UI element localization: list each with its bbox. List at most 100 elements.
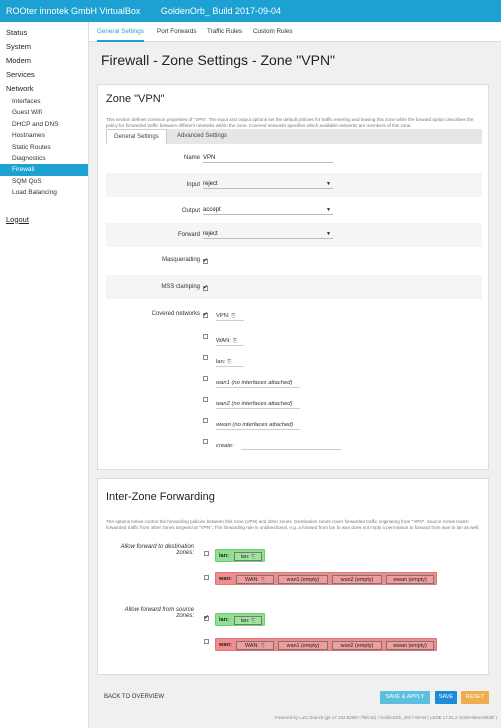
zone-subtabs: General Settings Advanced Settings <box>106 129 482 144</box>
network-name-wan: WAN: <box>216 338 231 344</box>
dest-zone-wan: wan: WAN: ⎘ wan1 (empty) wan2 (empty) wwa… <box>215 572 437 585</box>
sidebar-item-guest-wifi[interactable]: Guest Wifi <box>0 107 88 118</box>
sidebar-item-services[interactable]: Services <box>0 68 88 82</box>
network-checkbox-vpn[interactable] <box>203 311 208 318</box>
sidebar-item-sqm-qos[interactable]: SQM QoS <box>0 176 88 187</box>
network-label-lan: lan: ⎘ <box>216 357 244 367</box>
zone-chip-wwan: wwan (empty) <box>386 641 434 650</box>
tab-general-settings[interactable]: General Settings <box>97 22 144 42</box>
masquerading-row: Masquerading <box>106 249 482 273</box>
network-checkbox-wan[interactable] <box>203 334 208 339</box>
reset-button[interactable]: RESET <box>461 691 489 704</box>
masquerading-checkbox[interactable] <box>203 257 208 264</box>
dest-checkbox-wan[interactable] <box>204 575 209 580</box>
top-bar: ROOter innotek GmbH VirtualBox GoldenOrb… <box>0 0 501 22</box>
tab-traffic-rules[interactable]: Traffic Rules <box>207 22 242 42</box>
output-label: Output <box>181 208 200 214</box>
network-icon: ⎘ <box>251 554 256 560</box>
save-apply-button[interactable]: SAVE & APPLY <box>380 691 430 704</box>
src-zone-lan: lan: lan: ⎘ <box>215 613 265 626</box>
input-row: Input reject ▼ <box>106 173 482 197</box>
output-policy-value: accept <box>203 207 221 213</box>
input-policy-value: reject <box>203 181 218 187</box>
network-label-wan: WAN: ⎘ <box>216 336 244 346</box>
sidebar-item-logout[interactable]: Logout <box>0 213 88 227</box>
name-label: Name <box>183 155 200 161</box>
dest-zone-lan: lan: lan: ⎘ <box>215 549 265 562</box>
sidebar-item-dhcp-dns[interactable]: DHCP and DNS <box>0 119 88 130</box>
network-checkbox-wwan[interactable] <box>203 418 208 423</box>
inter-zone-heading: Inter-Zone Forwarding <box>106 491 215 503</box>
sidebar-item-network[interactable]: Network <box>0 82 88 96</box>
dest-checkbox-lan[interactable] <box>204 551 209 556</box>
output-policy-select[interactable]: accept ▼ <box>203 205 333 215</box>
sidebar-item-firewall[interactable]: Firewall <box>0 164 88 176</box>
zone-description: This section defines common properties o… <box>106 117 474 128</box>
zone-chip-wan1: wan1 (empty) <box>278 641 328 650</box>
zone-chip-wan1: wan1 (empty) <box>278 575 328 584</box>
input-policy-select[interactable]: reject ▼ <box>203 179 333 189</box>
network-checkbox-lan[interactable] <box>203 355 208 360</box>
sidebar-item-static-routes[interactable]: Static Routes <box>0 142 88 153</box>
network-label-wan1: wan1 (no interfaces attached) <box>216 378 300 388</box>
save-button[interactable]: SAVE <box>435 691 457 704</box>
network-label-wwan: wwan (no interfaces attached) <box>216 420 300 430</box>
src-checkbox-lan[interactable] <box>204 614 209 621</box>
sidebar-item-load-balancing[interactable]: Load Balancing <box>0 187 88 198</box>
covered-networks-row: Covered networks VPN:⎘ WAN:⎘ lan:⎘ wan1 … <box>106 303 482 463</box>
firewall-tabs: General Settings Port Forwards Traffic R… <box>89 22 501 42</box>
forward-row: Forward reject ▼ <box>106 223 482 247</box>
network-checkbox-wan2[interactable] <box>203 397 208 402</box>
input-label: Input <box>186 182 200 188</box>
masquerading-label: Masquerading <box>161 257 200 263</box>
network-checkbox-wan1[interactable] <box>203 376 208 381</box>
app-title[interactable]: ROOter innotek GmbH VirtualBox <box>6 6 140 16</box>
sidebar-item-diagnostics[interactable]: Diagnostics <box>0 153 88 164</box>
mss-clamping-label: MSS clamping <box>161 284 200 290</box>
forward-policy-select[interactable]: reject ▼ <box>203 229 333 239</box>
build-label: GoldenOrb_ Build 2017-09-04 <box>160 6 281 16</box>
zone-chip-wan: WAN: ⎘ <box>236 641 274 650</box>
zone-label-wan: wan: <box>219 576 232 582</box>
sidebar-item-modem[interactable]: Modem <box>0 54 88 68</box>
network-icon: ⎘ <box>260 643 265 649</box>
mss-clamping-row: MSS clamping <box>106 275 482 299</box>
chevron-down-icon: ▼ <box>326 207 331 213</box>
sidebar-item-system[interactable]: System <box>0 40 88 54</box>
network-icon: ⎘ <box>260 577 265 583</box>
chip-text: lan: <box>240 554 250 560</box>
sidebar-item-interfaces[interactable]: Interfaces <box>0 96 88 107</box>
network-icon: ⎘ <box>231 313 236 319</box>
chip-text: WAN: <box>245 643 259 649</box>
sidebar-item-status[interactable]: Status <box>0 26 88 40</box>
network-label-wan2: wan2 (no interfaces attached) <box>216 399 300 409</box>
zone-label-lan: lan: <box>219 617 229 623</box>
zone-chip-wan2: wan2 (empty) <box>332 575 382 584</box>
inter-zone-description: The options below control the forwarding… <box>106 519 480 530</box>
tab-custom-rules[interactable]: Custom Rules <box>253 22 293 42</box>
subtab-general-settings[interactable]: General Settings <box>106 129 167 144</box>
footer-version: Powered by LuCI branch (git-17.152.82987… <box>274 715 497 720</box>
output-row: Output accept ▼ <box>106 199 482 223</box>
back-to-overview-link[interactable]: BACK TO OVERVIEW <box>104 694 164 700</box>
name-row: Name VPN <box>106 147 482 171</box>
src-checkbox-wan[interactable] <box>204 639 209 644</box>
zone-settings-panel: Zone "VPN" This section defines common p… <box>97 84 489 470</box>
network-icon: ⎘ <box>227 359 232 365</box>
zone-chip-wwan: wwan (empty) <box>386 575 434 584</box>
zone-heading: Zone "VPN" <box>106 93 165 105</box>
network-checkbox-create[interactable] <box>203 439 208 444</box>
sidebar: Status System Modem Services Network Int… <box>0 22 89 728</box>
forward-label: Forward <box>177 232 200 238</box>
forward-policy-value: reject <box>203 231 218 237</box>
subtab-advanced-settings[interactable]: Advanced Settings <box>170 129 234 144</box>
zone-chip-wan: WAN: ⎘ <box>236 575 274 584</box>
create-network-input[interactable] <box>241 449 341 450</box>
zone-chip-lan: lan: ⎘ <box>234 616 262 625</box>
mss-clamping-checkbox[interactable] <box>203 284 208 291</box>
tab-port-forwards[interactable]: Port Forwards <box>157 22 197 42</box>
sidebar-item-hostnames[interactable]: Hostnames <box>0 130 88 141</box>
name-input[interactable]: VPN <box>203 153 333 163</box>
zone-label-wan: wan: <box>219 642 232 648</box>
chevron-down-icon: ▼ <box>326 181 331 187</box>
